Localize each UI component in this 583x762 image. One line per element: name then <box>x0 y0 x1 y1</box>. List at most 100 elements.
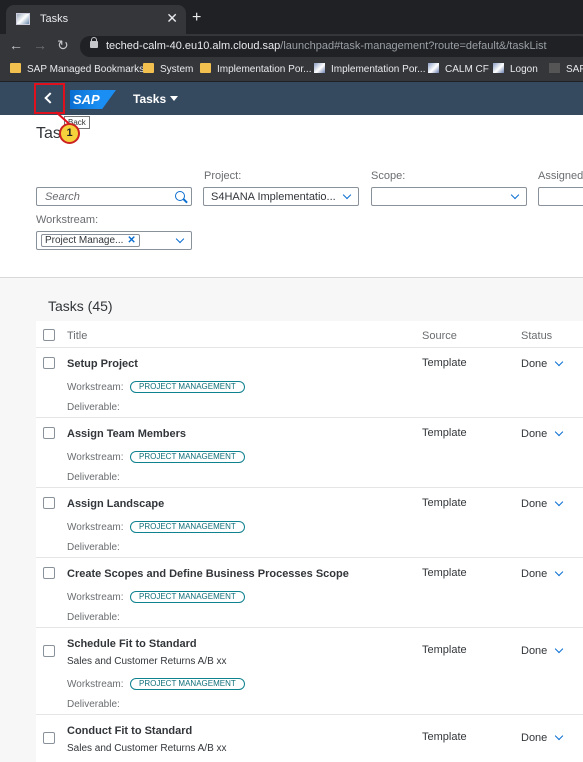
task-status: Done <box>521 568 548 580</box>
app-title: Tasks <box>133 92 167 106</box>
address-bar[interactable]: teched-calm-40.eu10.alm.cloud.sap/launch… <box>80 36 583 57</box>
chevron-down-icon[interactable] <box>554 731 564 741</box>
url-host: teched-calm-40.eu10.alm.cloud.sap <box>106 40 281 52</box>
workstream-label: Workstream: <box>67 679 124 690</box>
tab-title: Tasks <box>40 13 69 25</box>
row-checkbox[interactable] <box>43 357 55 369</box>
bookmarks-bar: SAP Managed Bookmarks System Implementat… <box>0 58 583 82</box>
back-arrow-icon[interactable]: ← <box>9 37 23 53</box>
workstream-token[interactable]: Project Manage... ✕ <box>41 234 140 247</box>
page-icon <box>493 63 504 73</box>
assigned-select[interactable] <box>538 187 583 206</box>
search-icon[interactable] <box>175 191 185 201</box>
task-status: Done <box>521 645 548 657</box>
back-button[interactable] <box>34 83 65 114</box>
row-checkbox[interactable] <box>43 427 55 439</box>
chevron-down-icon <box>510 190 520 200</box>
page-icon <box>314 63 325 73</box>
bookmark-calm-cf[interactable]: CALM CF <box>428 63 489 75</box>
task-source: Template <box>422 567 467 579</box>
bookmark-implementation-2[interactable]: Implementation Por... <box>314 63 426 75</box>
bookmark-logon[interactable]: Logon <box>493 63 538 75</box>
chevron-down-icon <box>175 234 185 244</box>
table-row[interactable]: Create Scopes and Define Business Proces… <box>36 558 583 628</box>
browser-tab-strip: Tasks ✕ + <box>0 0 583 34</box>
bookmark-system[interactable]: System <box>143 63 193 75</box>
forward-arrow-icon[interactable]: → <box>33 37 47 53</box>
task-subtitle: Sales and Customer Returns A/B xx <box>67 743 227 754</box>
column-header-title[interactable]: Title <box>67 330 87 342</box>
assigned-label: Assigned <box>538 170 583 182</box>
bookmark-sap[interactable]: SAP <box>549 63 583 75</box>
app-title-menu[interactable]: Tasks <box>133 92 179 106</box>
browser-toolbar: ← → ↻ teched-calm-40.eu10.alm.cloud.sap/… <box>0 34 583 58</box>
search-input[interactable]: Search <box>36 187 192 206</box>
bookmark-label: Logon <box>510 64 538 75</box>
table-row[interactable]: Schedule Fit to Standard Sales and Custo… <box>36 628 583 715</box>
workstream-tag: PROJECT MANAGEMENT <box>130 591 245 603</box>
workstream-label: Workstream: <box>67 452 124 463</box>
remove-token-icon[interactable]: ✕ <box>127 235 135 246</box>
caret-down-icon <box>170 96 179 101</box>
task-title[interactable]: Assign Landscape <box>67 498 164 510</box>
project-select[interactable]: S4HANA Implementatio... <box>203 187 359 206</box>
filter-header: Tasks Search Project: S4HANA Implementat… <box>0 115 583 278</box>
reload-icon[interactable]: ↻ <box>57 37 69 54</box>
workstream-tag: PROJECT MANAGEMENT <box>130 381 245 393</box>
bookmark-sap-managed[interactable]: SAP Managed Bookmarks <box>10 63 144 75</box>
bookmark-label: CALM CF <box>445 64 489 75</box>
page-icon <box>549 63 560 73</box>
sap-logo[interactable]: SAP <box>70 90 116 109</box>
browser-tab[interactable]: Tasks ✕ <box>6 5 186 34</box>
url-path: /launchpad#task-management?route=default… <box>280 40 547 52</box>
task-source: Template <box>422 497 467 509</box>
row-checkbox[interactable] <box>43 497 55 509</box>
task-title[interactable]: Conduct Fit to Standard <box>67 725 192 737</box>
column-header-status[interactable]: Status <box>521 330 552 342</box>
shell-bar: SAP Tasks <box>0 82 583 115</box>
deliverable-label: Deliverable: <box>67 402 120 413</box>
column-header-source[interactable]: Source <box>422 330 457 342</box>
task-status: Done <box>521 732 548 744</box>
table-row[interactable]: Assign Team Members Workstream: PROJECT … <box>36 418 583 488</box>
workstream-tag: PROJECT MANAGEMENT <box>130 521 245 533</box>
task-title[interactable]: Setup Project <box>67 358 138 370</box>
scope-select[interactable] <box>371 187 527 206</box>
scope-label: Scope: <box>371 170 406 182</box>
chevron-down-icon[interactable] <box>554 357 564 367</box>
row-checkbox[interactable] <box>43 645 55 657</box>
workstream-label: Workstream: <box>36 214 99 226</box>
bookmark-label: SAP <box>566 64 583 75</box>
task-title[interactable]: Create Scopes and Define Business Proces… <box>67 568 349 580</box>
chevron-left-icon <box>44 92 56 104</box>
search-placeholder: Search <box>45 191 80 203</box>
table-row[interactable]: Conduct Fit to Standard Sales and Custom… <box>36 715 583 762</box>
chevron-down-icon[interactable] <box>554 497 564 507</box>
folder-icon <box>10 63 21 73</box>
deliverable-label: Deliverable: <box>67 472 120 483</box>
task-title[interactable]: Schedule Fit to Standard <box>67 638 197 650</box>
row-checkbox[interactable] <box>43 732 55 744</box>
table-row[interactable]: Assign Landscape Workstream: PROJECT MAN… <box>36 488 583 558</box>
bookmark-implementation-1[interactable]: Implementation Por... <box>200 63 312 75</box>
bookmark-label: Implementation Por... <box>331 64 426 75</box>
workstream-label: Workstream: <box>67 592 124 603</box>
workstream-multiselect[interactable]: Project Manage... ✕ <box>36 231 192 250</box>
callout-marker: 1 <box>59 123 80 144</box>
row-checkbox[interactable] <box>43 567 55 579</box>
task-source: Template <box>422 357 467 369</box>
chevron-down-icon[interactable] <box>554 644 564 654</box>
task-source: Template <box>422 644 467 656</box>
chevron-down-icon[interactable] <box>554 427 564 437</box>
new-tab-button[interactable]: + <box>192 9 201 27</box>
bookmark-label: SAP Managed Bookmarks <box>27 64 145 75</box>
tasks-table: Title Source Status Setup Project Workst… <box>36 321 583 762</box>
select-all-checkbox[interactable] <box>43 329 55 341</box>
table-row[interactable]: Setup Project Workstream: PROJECT MANAGE… <box>36 348 583 418</box>
workstream-tag: PROJECT MANAGEMENT <box>130 678 245 690</box>
task-title[interactable]: Assign Team Members <box>67 428 186 440</box>
chevron-down-icon[interactable] <box>554 567 564 577</box>
lock-icon <box>90 37 98 48</box>
close-tab-icon[interactable]: ✕ <box>166 10 178 27</box>
url-text: teched-calm-40.eu10.alm.cloud.sap/launch… <box>106 40 547 52</box>
